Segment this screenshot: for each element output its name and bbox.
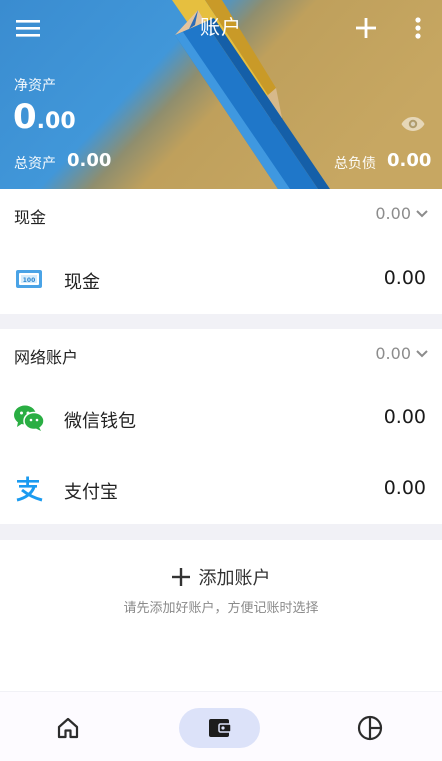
- add-account-section: 添加账户 请先添加好账户，方便记账时选择: [0, 540, 442, 691]
- account-amount: 0.00: [383, 267, 426, 289]
- add-button[interactable]: [352, 14, 380, 42]
- chevron-down-icon: [416, 349, 428, 358]
- nav-statistics[interactable]: [350, 708, 390, 748]
- nav-accounts[interactable]: [179, 708, 260, 748]
- total-assets-value: 0.00: [67, 150, 112, 171]
- plus-icon: [356, 18, 376, 38]
- header-banner: 账户 净资产 0.00 总资产 0.00 总负债 0.00: [0, 0, 442, 189]
- more-vert-icon: [415, 17, 421, 39]
- pie-chart-icon: [357, 715, 383, 741]
- group-title: 网络账户: [14, 348, 79, 367]
- total-liabilities-label: 总负债: [334, 156, 376, 172]
- add-account-button[interactable]: 添加账户: [0, 562, 442, 592]
- group-total: 0.00: [375, 204, 428, 223]
- group-title: 现金: [14, 208, 47, 227]
- group-header-cash[interactable]: 现金 0.00: [0, 189, 442, 239]
- add-account-hint: 请先添加好账户，方便记账时选择: [123, 601, 319, 616]
- net-assets-value: 0.00: [13, 97, 76, 142]
- group-header-online[interactable]: 网络账户 0.00: [0, 329, 442, 379]
- alipay-icon: [13, 473, 45, 505]
- add-account-label: 添加账户: [198, 568, 271, 589]
- account-name: 现金: [64, 272, 100, 293]
- bottom-navigation: [0, 692, 442, 761]
- account-row-alipay[interactable]: 支付宝 0.00: [0, 459, 442, 519]
- account-amount: 0.00: [383, 477, 426, 499]
- group-total-value: 0.00: [375, 344, 411, 363]
- plus-icon: [171, 568, 190, 586]
- more-options-button[interactable]: [407, 14, 429, 42]
- total-liabilities-value: 0.00: [387, 150, 432, 171]
- account-name: 支付宝: [64, 482, 118, 503]
- net-assets-integer: 0: [13, 97, 37, 137]
- account-name: 微信钱包: [64, 411, 136, 432]
- group-total-value: 0.00: [375, 204, 411, 223]
- net-assets-label: 净资产: [14, 78, 56, 94]
- svg-text:100: 100: [23, 277, 36, 284]
- toggle-visibility-button[interactable]: [400, 112, 426, 136]
- chevron-down-icon: [416, 209, 428, 218]
- cash-icon: 100: [13, 263, 45, 295]
- nav-home[interactable]: [48, 708, 88, 748]
- group-total: 0.00: [375, 344, 428, 363]
- wallet-icon: [208, 719, 232, 737]
- account-group-cash: 现金 0.00 100 现金 0.00: [0, 189, 442, 314]
- account-group-online: 网络账户 0.00 微信钱包 0.00 支付宝 0.00: [0, 329, 442, 524]
- account-row-cash[interactable]: 100 现金 0.00: [0, 249, 442, 309]
- account-row-wechat[interactable]: 微信钱包 0.00: [0, 388, 442, 448]
- account-amount: 0.00: [383, 406, 426, 428]
- home-icon: [57, 717, 79, 739]
- net-assets-decimal: .00: [36, 109, 76, 134]
- wechat-icon: [13, 402, 45, 434]
- total-assets-label: 总资产: [14, 156, 56, 172]
- eye-icon: [401, 117, 425, 131]
